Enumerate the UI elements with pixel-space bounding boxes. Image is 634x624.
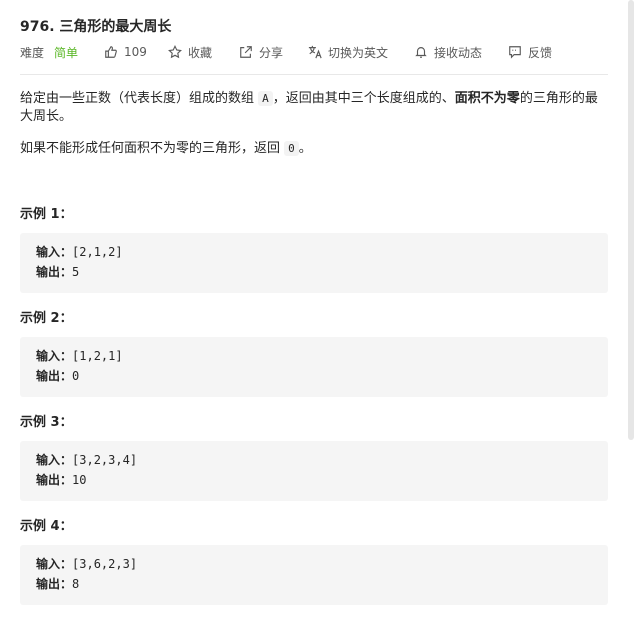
description-paragraph-1: 给定由一些正数（代表长度）组成的数组 A ，返回由其中三个长度组成的、面积不为零的… xyxy=(20,90,608,126)
input-label: 输入： xyxy=(36,245,73,259)
star-icon xyxy=(168,45,182,59)
example-box: 输入：[1,2,1] 输出：0 xyxy=(20,337,608,397)
example-input: 输入：[3,2,3,4] xyxy=(36,452,137,468)
example-output: 输出：10 xyxy=(36,472,86,488)
switch-language-label: 切换为英文 xyxy=(328,45,389,60)
example-box: 输入：[2,1,2] 输出：5 xyxy=(20,233,608,293)
collect-label: 收藏 xyxy=(188,45,213,60)
output-value: 10 xyxy=(72,473,87,487)
inline-code: 0 xyxy=(284,141,299,156)
output-value: 5 xyxy=(72,265,80,279)
difficulty-label: 难度 xyxy=(20,45,45,60)
desc-bold-text: 面积不为零 xyxy=(454,91,520,106)
share-label: 分享 xyxy=(259,45,284,60)
example-title: 示例 1： xyxy=(20,207,73,222)
feedback-label: 反馈 xyxy=(528,45,553,60)
input-label: 输入： xyxy=(36,453,73,467)
example-title: 示例 2： xyxy=(20,311,73,326)
output-label: 输出： xyxy=(36,369,73,383)
like-button[interactable]: 109 xyxy=(104,43,147,61)
input-value: [2,1,2] xyxy=(72,245,123,259)
share-icon xyxy=(240,46,252,58)
input-value: [1,2,1] xyxy=(72,349,123,363)
output-label: 输出： xyxy=(36,265,73,279)
example-box: 输入：[3,6,2,3] 输出：8 xyxy=(20,545,608,605)
follow-updates-button[interactable]: 接收动态 xyxy=(414,43,482,61)
example-input: 输入：[2,1,2] xyxy=(36,244,123,260)
desc-text: 给定由一些正数（代表长度）组成的数组 xyxy=(20,91,255,106)
example-box: 输入：[3,2,3,4] 输出：10 xyxy=(20,441,608,501)
like-count: 109 xyxy=(124,45,147,59)
example-title: 示例 4： xyxy=(20,519,73,534)
desc-text: 。 xyxy=(298,141,312,156)
desc-text: ，返回由其中三个长度组成的、 xyxy=(272,91,455,106)
bell-icon xyxy=(415,47,427,58)
example-input: 输入：[1,2,1] xyxy=(36,348,123,364)
input-value: [3,2,3,4] xyxy=(72,453,138,467)
output-label: 输出： xyxy=(36,473,73,487)
example-title: 示例 3： xyxy=(20,415,73,430)
example-output: 输出：8 xyxy=(36,576,79,592)
output-value: 0 xyxy=(72,369,80,383)
output-label: 输出： xyxy=(36,577,73,591)
feedback-icon xyxy=(509,46,521,59)
switch-language-button[interactable]: 切换为英文 xyxy=(308,43,388,61)
desc-text: 大周长。 xyxy=(20,109,73,124)
output-value: 8 xyxy=(72,577,80,591)
difficulty: 难度 简单 xyxy=(20,43,78,61)
description-paragraph-2: 如果不能形成任何面积不为零的三角形，返回 0。 xyxy=(20,140,608,158)
vertical-scrollbar[interactable] xyxy=(628,0,634,440)
input-value: [3,6,2,3] xyxy=(72,557,138,571)
follow-updates-label: 接收动态 xyxy=(434,45,483,60)
collect-button[interactable]: 收藏 xyxy=(168,43,212,61)
translate-icon xyxy=(308,45,322,59)
input-label: 输入： xyxy=(36,349,73,363)
input-label: 输入： xyxy=(36,557,73,571)
example-output: 输出：0 xyxy=(36,368,79,384)
example-input: 输入：[3,6,2,3] xyxy=(36,556,137,572)
example-output: 输出：5 xyxy=(36,264,79,280)
problem-title: 976. 三角形的最大周长 xyxy=(20,19,172,35)
feedback-button[interactable]: 反馈 xyxy=(508,43,552,61)
desc-text: 的三角形的最 xyxy=(519,91,598,106)
difficulty-value: 简单 xyxy=(54,45,79,60)
share-button[interactable]: 分享 xyxy=(239,43,283,61)
problem-meta-bar: 难度 简单 109 收藏 分享 切换为英文 接收动态 反馈 xyxy=(20,43,608,61)
desc-text: 如果不能形成任何面积不为零的三角形，返回 xyxy=(20,141,281,156)
divider xyxy=(20,74,608,75)
thumbs-up-icon xyxy=(105,46,117,58)
inline-code: A xyxy=(258,91,273,106)
